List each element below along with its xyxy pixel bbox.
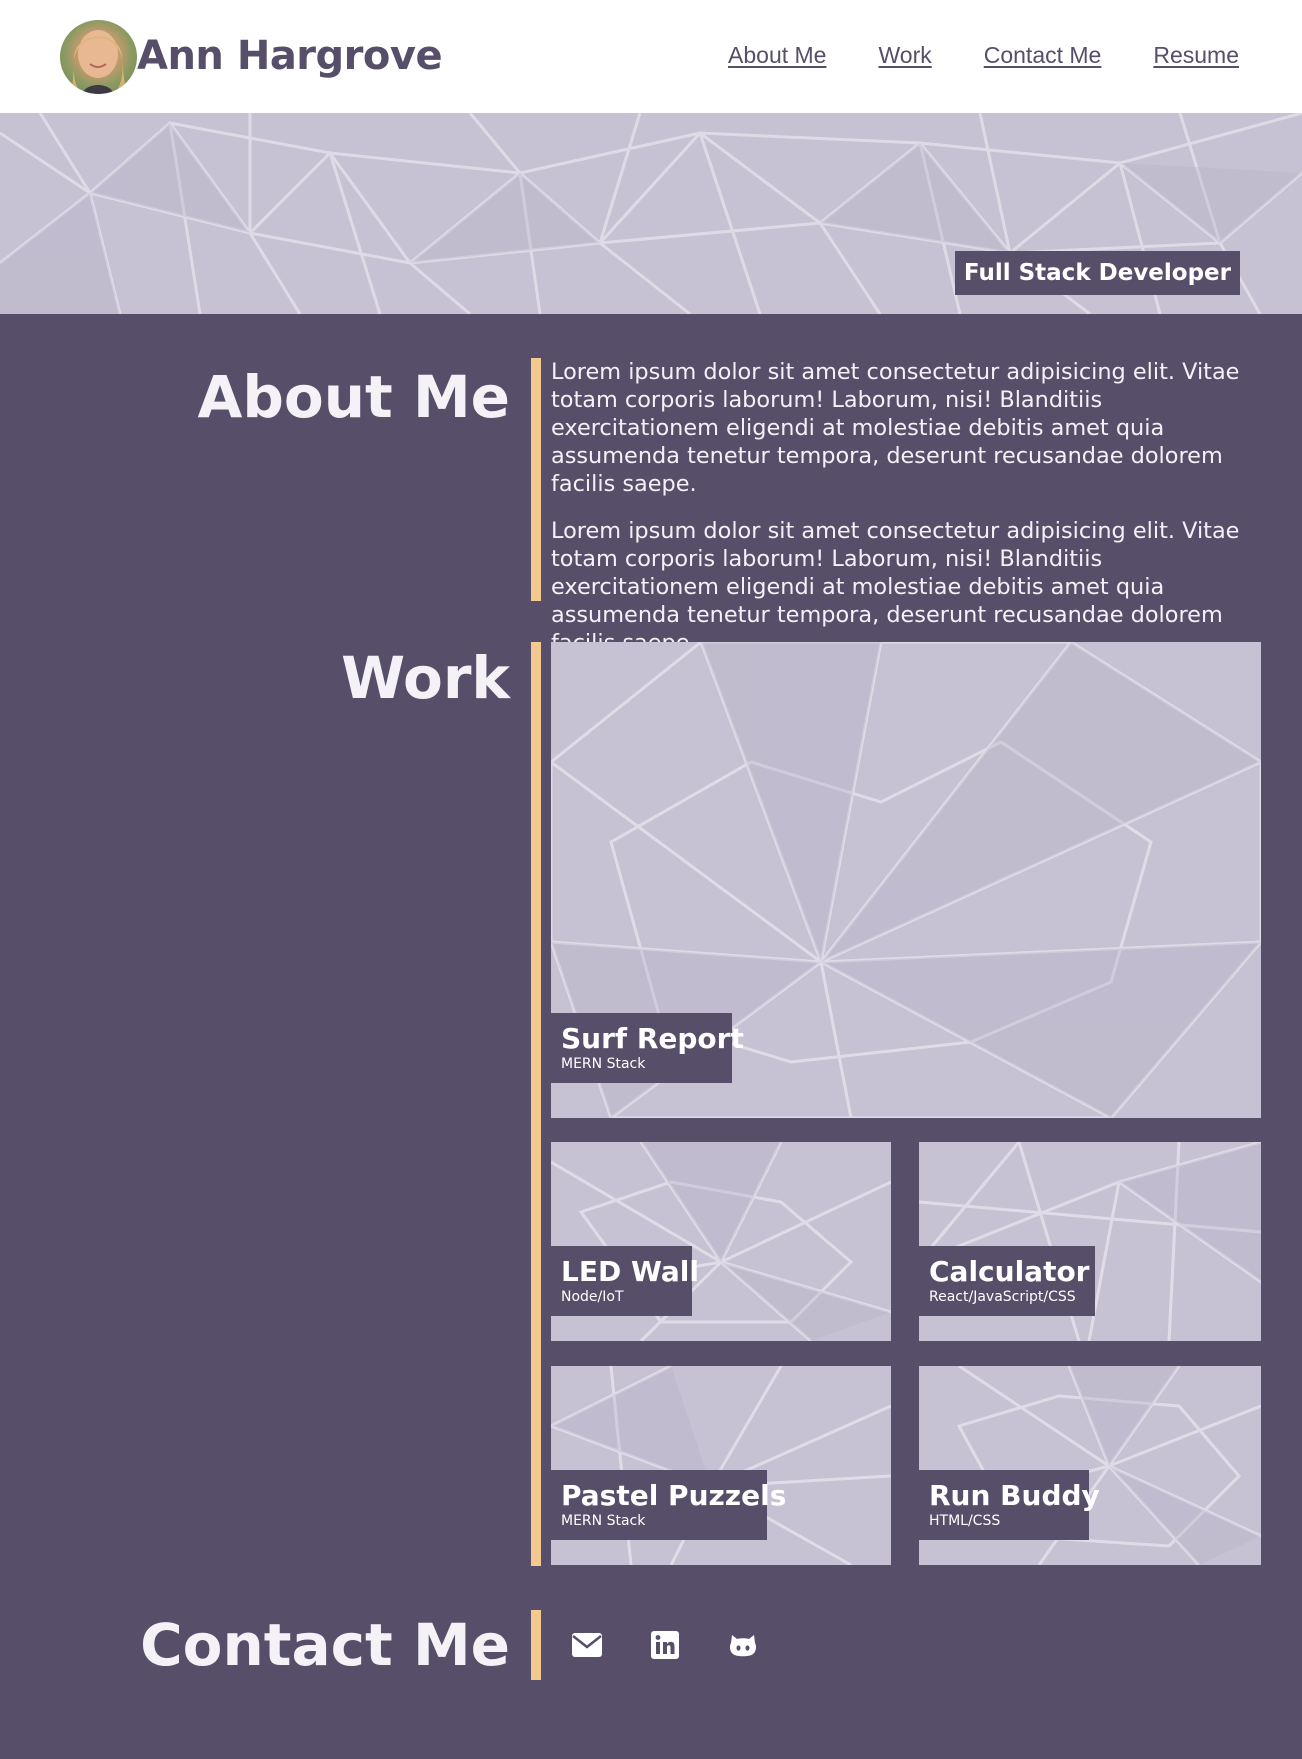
- project-label: Run Buddy HTML/CSS: [919, 1470, 1100, 1540]
- about-heading: About Me: [197, 363, 510, 431]
- nav-link-resume[interactable]: Resume: [1153, 40, 1239, 70]
- project-label: Calculator React/JavaScript/CSS: [919, 1246, 1095, 1316]
- project-card-run-buddy[interactable]: Run Buddy HTML/CSS: [919, 1366, 1261, 1565]
- job-title-badge: Full Stack Developer: [954, 251, 1240, 295]
- project-stack: HTML/CSS: [929, 1513, 1001, 1529]
- github-icon[interactable]: [725, 1627, 761, 1663]
- project-label: LED Wall Node/IoT: [551, 1246, 699, 1316]
- project-stack: React/JavaScript/CSS: [929, 1289, 1076, 1305]
- project-stack: MERN Stack: [561, 1056, 646, 1072]
- project-stack: MERN Stack: [561, 1513, 646, 1529]
- about-accent-bar: [531, 358, 541, 601]
- about-paragraph: Lorem ipsum dolor sit amet consectetur a…: [551, 518, 1240, 656]
- contact-accent-bar: [531, 1610, 541, 1680]
- site-name: Ann Hargrove: [137, 33, 443, 79]
- contact-heading: Contact Me: [140, 1611, 510, 1679]
- work-heading: Work: [341, 644, 510, 712]
- nav-link-contact-me[interactable]: Contact Me: [984, 40, 1102, 70]
- project-card-pastel-puzzels[interactable]: Pastel Puzzels MERN Stack: [551, 1366, 891, 1565]
- project-title: Run Buddy: [929, 1479, 1100, 1512]
- about-text: Lorem ipsum dolor sit amet consectetur a…: [551, 358, 1263, 676]
- site-header: Ann Hargrove About Me Work Contact Me Re…: [0, 0, 1302, 113]
- envelope-icon[interactable]: [569, 1627, 605, 1663]
- project-card-calculator[interactable]: Calculator React/JavaScript/CSS: [919, 1142, 1261, 1341]
- work-accent-bar: [531, 642, 541, 1566]
- project-label: Pastel Puzzels MERN Stack: [551, 1470, 787, 1540]
- project-title: Calculator: [929, 1255, 1090, 1288]
- contact-links: [569, 1627, 761, 1663]
- main-nav: About Me Work Contact Me Resume: [728, 40, 1239, 70]
- project-stack: Node/IoT: [561, 1289, 624, 1305]
- project-title: Surf Report: [561, 1022, 744, 1055]
- project-card-led-wall[interactable]: LED Wall Node/IoT: [551, 1142, 891, 1341]
- project-title: Pastel Puzzels: [561, 1479, 787, 1512]
- nav-link-about-me[interactable]: About Me: [728, 40, 826, 70]
- project-title: LED Wall: [561, 1255, 699, 1288]
- avatar: [60, 20, 137, 94]
- nav-link-work[interactable]: Work: [878, 40, 931, 70]
- about-paragraph: Lorem ipsum dolor sit amet consectetur a…: [551, 359, 1240, 497]
- linkedin-icon[interactable]: [647, 1627, 683, 1663]
- hero-banner: Full Stack Developer: [0, 113, 1302, 314]
- project-card-surf-report[interactable]: Surf Report MERN Stack: [551, 642, 1261, 1118]
- project-label: Surf Report MERN Stack: [551, 1013, 744, 1083]
